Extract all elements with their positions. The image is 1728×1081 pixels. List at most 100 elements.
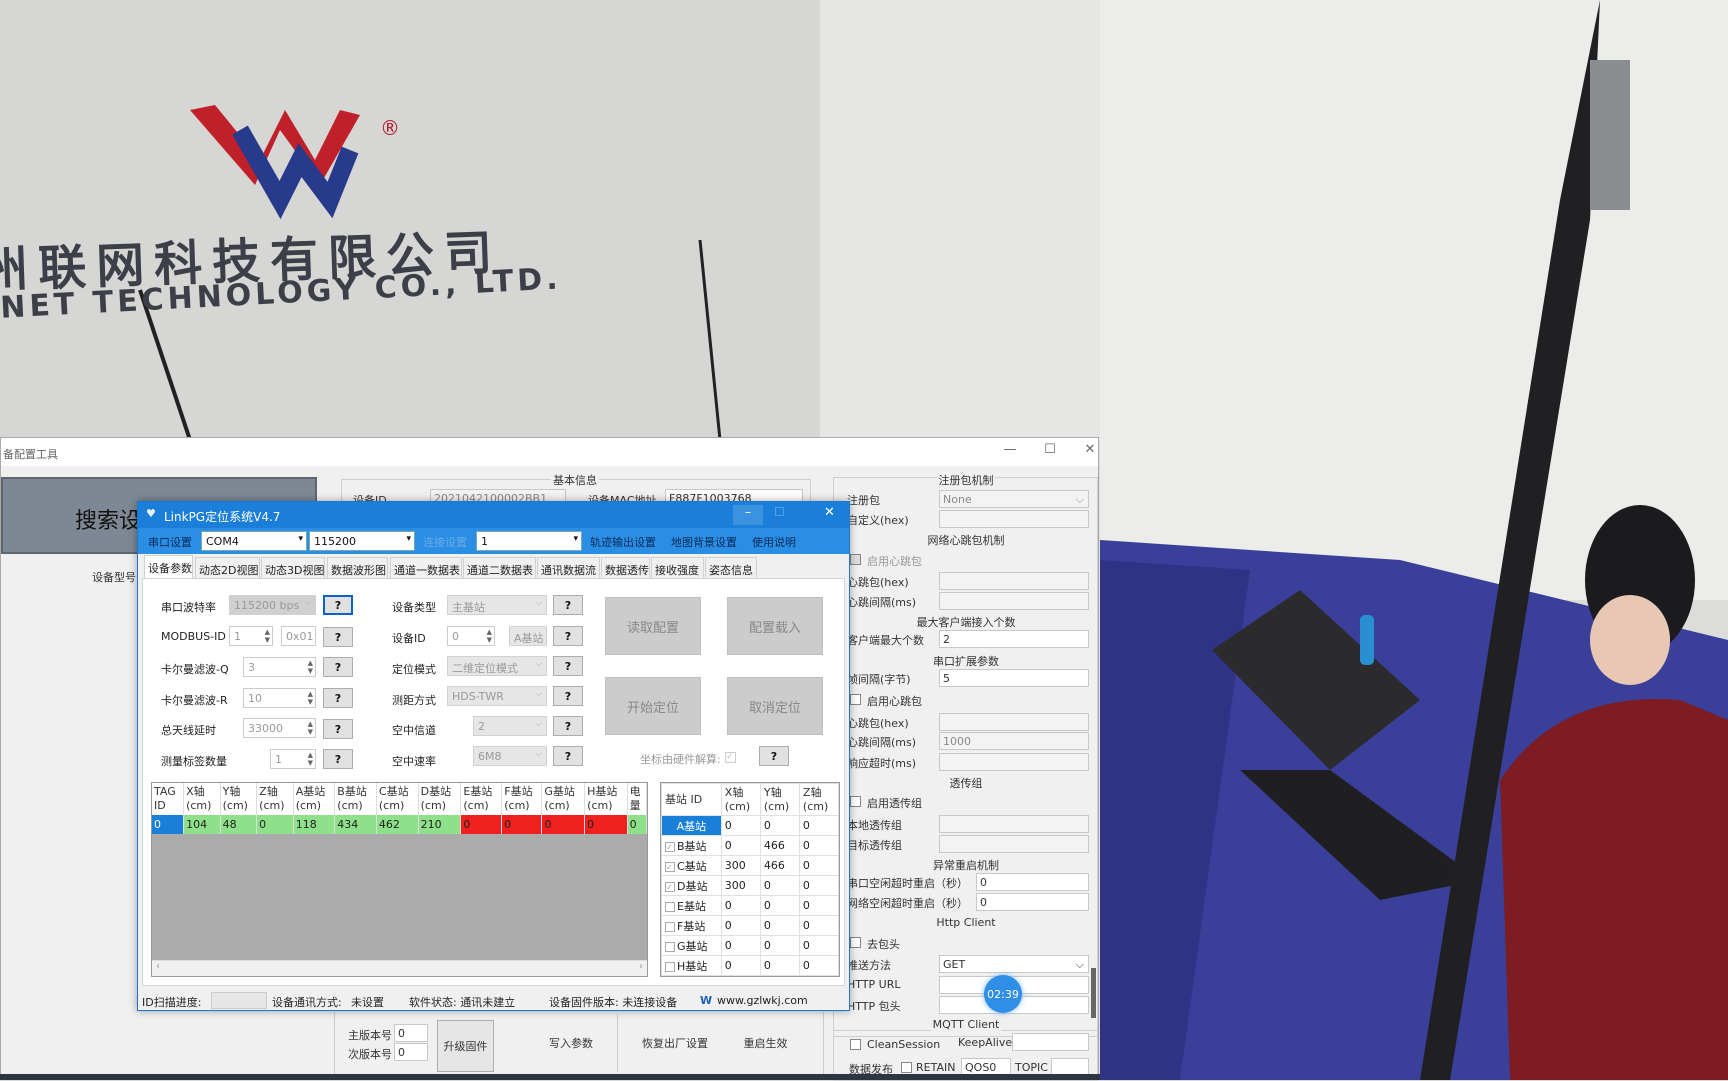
anchor-checkbox[interactable]: ✓ — [665, 841, 675, 852]
help-button[interactable]: ? — [553, 656, 583, 676]
tab-9[interactable]: 姿态信息 — [705, 557, 757, 578]
anchor-col-header[interactable]: Y轴 (cm) — [759, 783, 800, 816]
close-button[interactable]: ✕ — [824, 505, 835, 520]
read-config-button[interactable]: 读取配置 — [605, 597, 701, 655]
reg-select[interactable]: None ⌵ — [939, 490, 1089, 508]
tab-2[interactable]: 动态3D视图 — [261, 557, 325, 578]
help-button[interactable]: ? — [553, 626, 583, 646]
antenna-delay-spinner[interactable]: 33000 ▲ ▼ — [243, 718, 316, 738]
anchor-name-cell[interactable]: E基站 — [661, 895, 722, 916]
horizontal-scrollbar[interactable]: ‹ › — [152, 960, 647, 976]
device-id-spinner[interactable]: 0 ▲ ▼ — [447, 626, 495, 646]
baud-rate-select[interactable]: 115200 bps ⌵ — [229, 595, 316, 615]
anchor-z-cell[interactable]: 0 — [798, 815, 840, 836]
anchor-row[interactable]: ✓ B基站 0 466 0 — [661, 835, 840, 856]
anchor-z-cell[interactable]: 0 — [798, 955, 840, 976]
help-menu[interactable]: 使用说明 — [752, 534, 796, 550]
kalman-r-spinner[interactable]: 10 ▲ ▼ — [243, 688, 316, 708]
tag-count-spinner[interactable]: 1 ▲ ▼ — [270, 749, 316, 769]
tag-col-header[interactable]: A基站 (cm) — [293, 783, 336, 815]
tag-col-header[interactable]: X轴 (cm) — [183, 783, 221, 815]
tab-4[interactable]: 通道一数据表 — [390, 557, 462, 578]
help-button[interactable]: ? — [553, 595, 583, 615]
anchor-name-cell[interactable]: F基站 — [661, 915, 722, 936]
tab-7[interactable]: 数据透传 — [601, 557, 650, 578]
tag-col-header[interactable]: E基站 (cm) — [460, 783, 503, 815]
conn-settings-menu[interactable]: 连接设置 — [423, 534, 467, 550]
anchor-row[interactable]: ✓ C基站 300 466 0 — [661, 855, 840, 876]
write-params-button[interactable]: 写入参数 — [521, 1014, 621, 1072]
help-button[interactable]: ? — [323, 657, 353, 677]
help-button[interactable]: ? — [323, 595, 353, 615]
anchor-z-cell[interactable]: 0 — [798, 915, 840, 936]
max-client-field[interactable]: 2 — [939, 630, 1089, 648]
scroll-right-icon[interactable]: › — [639, 961, 643, 972]
tag-col-header[interactable]: C基站 (cm) — [376, 783, 419, 815]
anchor-checkbox[interactable] — [665, 961, 675, 972]
tab-6[interactable]: 通讯数据流 — [537, 557, 600, 578]
tab-3[interactable]: 数据波形图 — [327, 557, 388, 578]
tab-1[interactable]: 动态2D视图 — [195, 557, 260, 578]
port-select[interactable]: COM4 ▾ — [201, 531, 307, 551]
anchor-checkbox[interactable] — [665, 901, 675, 912]
passthrough-checkbox[interactable] — [850, 796, 861, 807]
response-timeout-field[interactable] — [939, 753, 1089, 771]
anchor-col-header[interactable]: X轴 (cm) — [720, 783, 761, 816]
anchor-name-cell[interactable]: ✓ B基站 — [661, 835, 722, 856]
conn-select[interactable]: 1 ▾ — [476, 531, 582, 551]
tag-col-header[interactable]: H基站 (cm) — [584, 783, 628, 815]
tag-col-header[interactable]: D基站 (cm) — [418, 783, 462, 815]
baud-select[interactable]: 115200 ▾ — [309, 531, 415, 551]
anchor-row[interactable]: H基站 0 0 0 — [661, 955, 840, 976]
anchor-z-cell[interactable]: 0 — [798, 855, 840, 876]
anchor-checkbox[interactable]: ✓ — [665, 881, 675, 892]
anchor-y-cell[interactable]: 0 — [759, 935, 800, 956]
anchor-row[interactable]: G基站 0 0 0 — [661, 935, 840, 956]
anchor-name-cell[interactable]: ✓ D基站 — [661, 875, 722, 896]
anchor-y-cell[interactable]: 466 — [759, 855, 800, 876]
serial-settings-menu[interactable]: 串口设置 — [148, 534, 192, 550]
minor-version-field[interactable]: 0 — [394, 1043, 428, 1061]
help-button[interactable]: ? — [553, 686, 583, 706]
anchor-row[interactable]: A基站 0 0 0 — [661, 815, 840, 836]
net-idle-field[interactable]: 0 — [976, 893, 1089, 911]
anchor-checkbox[interactable]: ✓ — [665, 861, 675, 872]
custom-hex-field[interactable] — [939, 510, 1089, 528]
anchor-row[interactable]: F基站 0 0 0 — [661, 915, 840, 936]
anchor-col-header[interactable]: Z轴 (cm) — [798, 783, 840, 816]
help-button[interactable]: ? — [323, 627, 353, 647]
clean-session-checkbox[interactable] — [850, 1039, 861, 1050]
anchor-z-cell[interactable]: 0 — [798, 935, 840, 956]
hw-solve-checkbox[interactable]: ✓ — [725, 752, 736, 763]
net-hb-checkbox[interactable] — [850, 554, 861, 565]
anchor-row[interactable]: ✓ D基站 300 0 0 — [661, 875, 840, 896]
anchor-checkbox[interactable] — [665, 921, 675, 932]
cancel-positioning-button[interactable]: 取消定位 — [727, 677, 823, 735]
net-hb-hex-field[interactable] — [939, 572, 1089, 590]
anchor-y-cell[interactable]: 0 — [759, 915, 800, 936]
anchor-x-cell[interactable]: 0 — [720, 915, 761, 936]
push-method-select[interactable]: GET ⌵ — [939, 955, 1089, 973]
anchor-y-cell[interactable]: 0 — [759, 895, 800, 916]
serial-idle-field[interactable]: 0 — [976, 873, 1089, 891]
anchor-name-cell[interactable]: G基站 — [661, 935, 722, 956]
maximize-button[interactable]: ☐ — [774, 505, 785, 519]
minimize-button[interactable]: — — [996, 442, 1024, 462]
tag-col-header[interactable]: Z轴 (cm) — [256, 783, 294, 815]
anchor-y-cell[interactable]: 466 — [759, 835, 800, 856]
table-row[interactable]: 0 104 48 0 118 434 462 210 0 0 0 0 0 — [152, 815, 647, 834]
ranging-select[interactable]: HDS-TWR ⌵ — [447, 686, 547, 706]
restart-button[interactable]: 重启生效 — [713, 1014, 818, 1072]
anchor-x-cell[interactable]: 300 — [720, 855, 761, 876]
website-link[interactable]: www.gzlwkj.com — [717, 994, 808, 1007]
help-button[interactable]: ? — [759, 746, 789, 766]
anchor-x-cell[interactable]: 0 — [720, 895, 761, 916]
scroll-left-icon[interactable]: ‹ — [156, 961, 160, 972]
anchor-x-cell[interactable]: 0 — [720, 835, 761, 856]
scrollbar[interactable] — [1091, 968, 1096, 1018]
maximize-button[interactable]: ☐ — [1036, 442, 1064, 462]
local-group-field[interactable] — [939, 815, 1089, 833]
tag-col-header[interactable]: G基站 (cm) — [541, 783, 586, 815]
tag-col-header[interactable]: F基站 (cm) — [501, 783, 543, 815]
tab-5[interactable]: 通道二数据表 — [463, 557, 536, 578]
